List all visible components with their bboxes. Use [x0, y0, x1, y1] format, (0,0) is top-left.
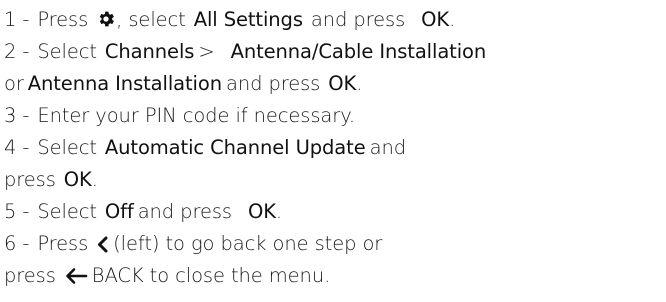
- step-3: 3 - Enter your PIN code if necessary.: [4, 100, 666, 132]
- step-text: .: [91, 168, 98, 191]
- menu-keyword: Antenna Installation: [27, 72, 222, 95]
- step-text: and press: [310, 8, 406, 31]
- ok-keyword: OK: [421, 8, 450, 31]
- step-4-continued: press OK.: [4, 164, 666, 196]
- step-text: Press: [37, 8, 89, 31]
- step-text: .: [449, 8, 456, 31]
- step-text: .: [275, 200, 283, 223]
- step-text: Press: [37, 232, 89, 255]
- menu-keyword: Antenna/Cable Installation: [230, 40, 487, 63]
- step-text: and: [369, 136, 406, 159]
- step-number: 5 -: [4, 200, 30, 223]
- step-text: , select: [116, 8, 186, 31]
- step-2-continued: or Antenna Installation and press OK.: [4, 68, 666, 100]
- menu-keyword: All Settings: [193, 8, 303, 31]
- step-text: Select: [37, 136, 97, 159]
- step-text: press: [4, 168, 56, 191]
- step-number: 2 -: [4, 40, 30, 63]
- step-text: Select: [37, 200, 97, 223]
- step-2: 2 - Select Channels > Antenna/Cable Installa…: [4, 36, 666, 68]
- step-text: and press: [225, 72, 321, 95]
- step-number: 4 -: [4, 136, 30, 159]
- menu-keyword: Off: [104, 200, 134, 223]
- instructions-document: 1 - Press , select All Settings and press OK.…: [0, 0, 666, 302]
- step-text: BACK to close the menu.: [91, 264, 331, 287]
- menu-separator: >: [198, 40, 215, 63]
- arrow-left-icon: [64, 267, 88, 285]
- ok-keyword: OK: [328, 72, 357, 95]
- gear-icon: [96, 9, 116, 29]
- step-text: and press: [137, 200, 232, 223]
- step-4: 4 - Select Automatic Channel Update and: [4, 132, 666, 164]
- step-text: Select: [37, 40, 97, 63]
- step-1: 1 - Press , select All Settings and press OK.: [4, 4, 666, 36]
- step-number: 6 -: [4, 232, 30, 255]
- ok-keyword: OK: [63, 168, 92, 191]
- menu-keyword: Channels: [104, 40, 195, 63]
- step-text: Enter your PIN code if necessary.: [37, 104, 355, 127]
- step-text: (left) to go back one step or: [113, 232, 383, 255]
- menu-keyword: Automatic Channel Update: [104, 136, 366, 159]
- step-5: 5 - Select Off and press OK.: [4, 196, 666, 228]
- step-text: or: [4, 72, 24, 95]
- chevron-left-icon: [96, 236, 109, 253]
- step-text: .: [356, 72, 363, 95]
- step-6-continued: press BACK to close the menu.: [4, 260, 666, 292]
- step-text: press: [4, 264, 56, 287]
- ok-keyword: OK: [247, 200, 276, 223]
- step-number: 1 -: [4, 8, 30, 31]
- step-number: 3 -: [4, 104, 30, 127]
- step-6: 6 - Press (left) to go back one step or: [4, 228, 666, 260]
